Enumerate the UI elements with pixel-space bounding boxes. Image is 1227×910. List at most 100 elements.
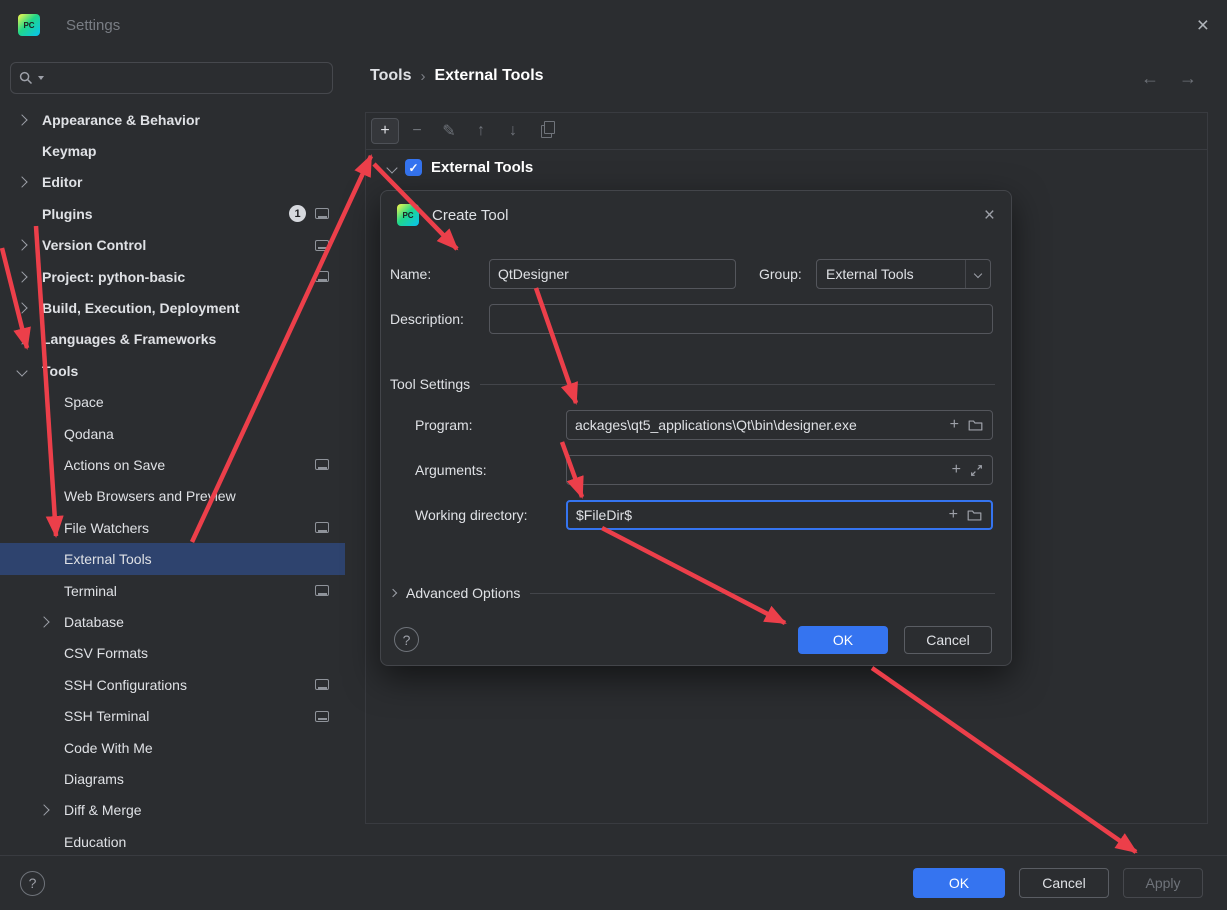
folder-icon[interactable] bbox=[967, 509, 982, 522]
sidebar-item-label: Editor bbox=[42, 174, 83, 191]
program-input[interactable] bbox=[567, 411, 992, 439]
description-input[interactable] bbox=[490, 305, 992, 333]
dialog-cancel-button[interactable]: Cancel bbox=[904, 626, 992, 654]
sidebar-item-code-with-me[interactable]: Code With Me bbox=[0, 732, 345, 763]
shared-settings-icon bbox=[315, 239, 329, 251]
sidebar-item-space[interactable]: Space bbox=[0, 387, 345, 418]
sidebar-item-editor[interactable]: Editor bbox=[0, 167, 345, 198]
sidebar-item-build-execution-deployment[interactable]: Build, Execution, Deployment bbox=[0, 292, 345, 323]
sidebar-item-qodana[interactable]: Qodana bbox=[0, 418, 345, 449]
chevron-right-icon[interactable] bbox=[38, 804, 50, 816]
group-label: Group: bbox=[759, 266, 802, 282]
checkbox-checked-icon[interactable]: ✓ bbox=[405, 159, 422, 176]
sidebar-item-external-tools[interactable]: External Tools bbox=[0, 543, 345, 575]
arguments-field-wrap: + bbox=[566, 455, 993, 485]
sidebar-item-education[interactable]: Education bbox=[0, 826, 345, 857]
working-directory-input[interactable] bbox=[568, 502, 991, 528]
row-icons bbox=[315, 679, 329, 691]
group-value: External Tools bbox=[826, 266, 914, 282]
search-options-caret-icon[interactable] bbox=[38, 76, 44, 80]
sidebar-item-appearance-behavior[interactable]: Appearance & Behavior bbox=[0, 104, 345, 135]
pycharm-logo-icon: PC bbox=[18, 14, 40, 36]
back-icon[interactable]: ← bbox=[1141, 68, 1159, 89]
row-icons bbox=[315, 271, 329, 283]
ok-button[interactable]: OK bbox=[913, 868, 1005, 898]
chevron-right-icon[interactable] bbox=[16, 270, 28, 283]
external-tools-root-row[interactable]: ✓ External Tools bbox=[366, 159, 1207, 176]
sidebar-item-ssh-terminal[interactable]: SSH Terminal bbox=[0, 700, 345, 731]
chevron-right-icon[interactable] bbox=[16, 114, 28, 126]
move-down-button[interactable]: ↓ bbox=[499, 118, 527, 144]
sidebar-item-database[interactable]: Database bbox=[0, 606, 345, 637]
dialog-ok-button[interactable]: OK bbox=[798, 626, 888, 654]
sidebar-item-label: Diff & Merge bbox=[64, 802, 142, 819]
settings-search[interactable] bbox=[10, 62, 333, 94]
search-input[interactable] bbox=[49, 69, 324, 87]
row-icons bbox=[315, 585, 329, 597]
sidebar-item-web-browsers-preview[interactable]: Web Browsers and Preview bbox=[0, 481, 345, 512]
apply-button[interactable]: Apply bbox=[1123, 868, 1203, 898]
chevron-down-icon[interactable] bbox=[16, 365, 28, 377]
sidebar-item-actions-on-save[interactable]: Actions on Save bbox=[0, 449, 345, 480]
sidebar-item-csv-formats[interactable]: CSV Formats bbox=[0, 638, 345, 669]
name-input[interactable] bbox=[490, 260, 735, 288]
folder-icon[interactable] bbox=[968, 419, 983, 432]
sidebar-item-terminal[interactable]: Terminal bbox=[0, 575, 345, 606]
chevron-down-icon[interactable] bbox=[965, 260, 990, 288]
chevron-right-icon[interactable] bbox=[38, 616, 50, 628]
sidebar-item-label: Languages & Frameworks bbox=[42, 331, 217, 348]
edit-tool-button[interactable]: ✎ bbox=[435, 118, 463, 144]
help-icon[interactable]: ? bbox=[20, 870, 45, 896]
chevron-down-icon[interactable] bbox=[386, 161, 398, 174]
chevron-right-icon[interactable] bbox=[16, 333, 28, 346]
dialog-title: Create Tool bbox=[432, 206, 509, 224]
chevron-right-icon[interactable] bbox=[16, 239, 28, 251]
insert-macro-icon[interactable]: + bbox=[949, 507, 958, 523]
cancel-button[interactable]: Cancel bbox=[1019, 868, 1109, 898]
description-field-wrap bbox=[489, 304, 993, 334]
move-up-button[interactable]: ↑ bbox=[467, 118, 495, 144]
dialog-close-icon[interactable]: × bbox=[984, 206, 995, 225]
copy-tool-button[interactable] bbox=[531, 118, 559, 144]
insert-macro-icon[interactable]: + bbox=[950, 417, 959, 433]
sidebar-item-version-control[interactable]: Version Control bbox=[0, 230, 345, 261]
sidebar-item-file-watchers[interactable]: File Watchers bbox=[0, 512, 345, 543]
breadcrumb-tools[interactable]: Tools bbox=[370, 67, 411, 85]
sidebar-item-label: Space bbox=[64, 394, 104, 411]
sidebar-item-label: CSV Formats bbox=[64, 645, 149, 662]
insert-macro-icon[interactable]: + bbox=[952, 462, 961, 478]
window-close-icon[interactable]: × bbox=[1197, 15, 1209, 36]
sidebar-item-plugins[interactable]: Plugins 1 bbox=[0, 198, 345, 229]
create-tool-dialog: PC Create Tool × Name: Group: External T… bbox=[380, 190, 1012, 666]
arguments-input[interactable] bbox=[567, 456, 992, 484]
sidebar-item-label: External Tools bbox=[64, 551, 152, 568]
forward-icon[interactable]: → bbox=[1179, 68, 1197, 89]
chevron-right-icon[interactable] bbox=[388, 588, 398, 598]
indent-spacer bbox=[16, 176, 42, 189]
window-title: Settings bbox=[66, 16, 121, 34]
remove-tool-button[interactable]: − bbox=[403, 118, 431, 144]
sidebar-item-project-python-basic[interactable]: Project: python-basic bbox=[0, 261, 345, 292]
shared-settings-icon bbox=[315, 710, 329, 722]
dialog-header: PC Create Tool × bbox=[381, 191, 1011, 239]
dialog-help-icon[interactable]: ? bbox=[394, 627, 419, 652]
chevron-right-icon[interactable] bbox=[16, 176, 28, 189]
program-field-wrap: + bbox=[566, 410, 993, 440]
shared-settings-icon bbox=[315, 585, 329, 597]
breadcrumb-current: External Tools bbox=[434, 67, 544, 84]
search-icon bbox=[19, 71, 33, 85]
expand-icon[interactable] bbox=[970, 464, 983, 477]
sidebar-item-label: Actions on Save bbox=[64, 456, 166, 473]
add-tool-button[interactable]: + bbox=[371, 118, 399, 144]
group-select[interactable]: External Tools bbox=[816, 259, 991, 289]
sidebar-item-tools[interactable]: Tools bbox=[0, 355, 345, 386]
sidebar-item-keymap[interactable]: Keymap bbox=[0, 135, 345, 166]
advanced-options-section[interactable]: Advanced Options bbox=[388, 580, 995, 606]
chevron-right-icon[interactable] bbox=[16, 302, 28, 314]
sidebar-item-languages-frameworks[interactable]: Languages & Frameworks bbox=[0, 324, 345, 355]
sidebar-item-diagrams[interactable]: Diagrams bbox=[0, 763, 345, 794]
sidebar-item-label: Code With Me bbox=[64, 739, 153, 756]
name-field-wrap bbox=[489, 259, 736, 289]
sidebar-item-diff-merge[interactable]: Diff & Merge bbox=[0, 795, 345, 826]
sidebar-item-ssh-configurations[interactable]: SSH Configurations bbox=[0, 669, 345, 700]
